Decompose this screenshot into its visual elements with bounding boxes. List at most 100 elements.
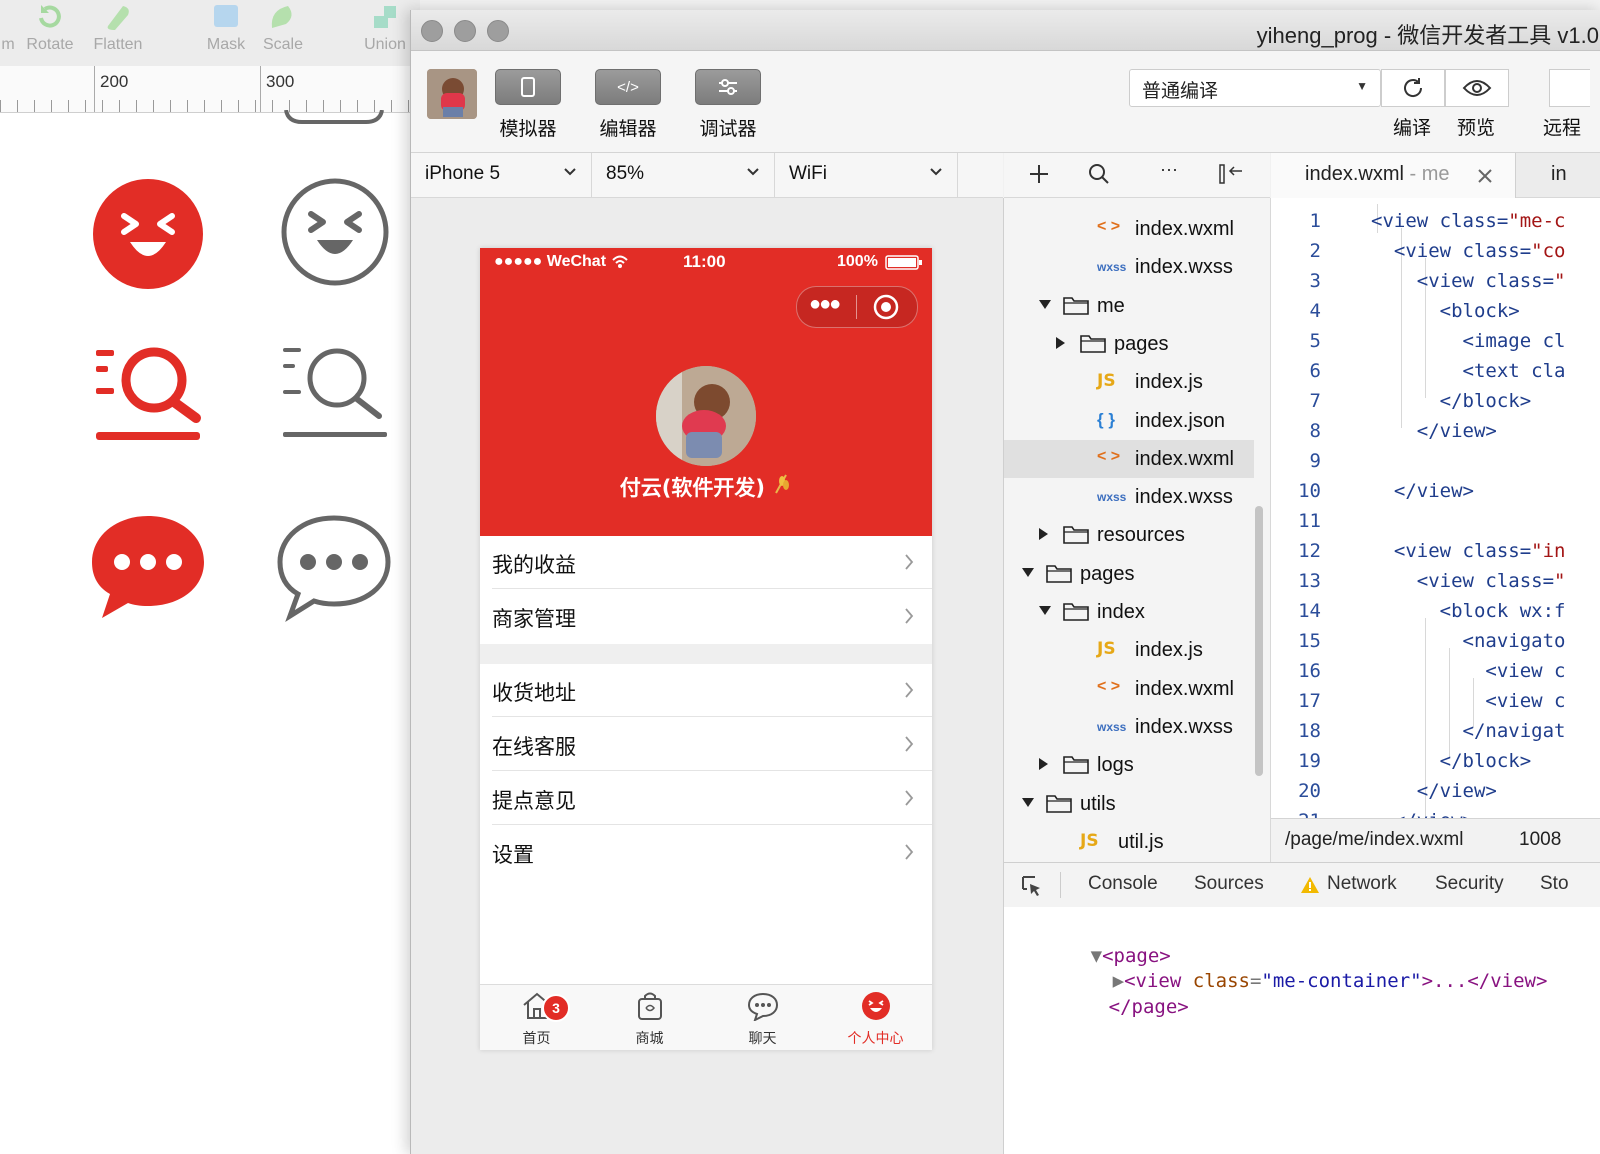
line-number: 4 — [1309, 300, 1321, 322]
tab-console[interactable]: Console — [1088, 873, 1158, 895]
tab-profile[interactable]: 个人中心 — [819, 991, 932, 1048]
code-line: <view class=" — [1371, 570, 1566, 592]
code-editor[interactable]: 1 <view class="me-c 2 <view class="co 3 <vi… — [1271, 198, 1600, 818]
more-options-icon[interactable]: ··· — [1160, 159, 1178, 180]
tab-home[interactable]: 3 首页 — [480, 991, 593, 1048]
zoom-window-button[interactable] — [487, 20, 509, 42]
code-line: </block> — [1371, 750, 1532, 772]
collapsed-triangle-icon[interactable] — [1039, 528, 1048, 541]
preview-button[interactable] — [1445, 69, 1509, 107]
flatten-icon — [107, 6, 129, 30]
scale-icon — [271, 6, 292, 28]
elements-panel: ▼<page> ▶<view class="me-container">...<… — [1004, 907, 1600, 1154]
tab-second[interactable]: in — [1551, 163, 1567, 186]
close-target-icon[interactable] — [873, 294, 899, 320]
inspect-element-icon[interactable] — [1020, 874, 1044, 898]
remote-debug-button[interactable] — [1549, 69, 1590, 107]
search-outline-icon[interactable] — [281, 344, 391, 444]
compile-mode-select[interactable]: 普通编译 ▼ — [1129, 69, 1381, 107]
file-tree-item[interactable]: JS index.js — [1004, 631, 1270, 669]
expanded-triangle-icon[interactable] — [1039, 299, 1051, 309]
mask-tool[interactable]: Mask — [196, 0, 256, 54]
chat-bubble-outline-icon[interactable] — [274, 514, 394, 622]
chevron-right-icon — [905, 736, 914, 752]
menu-item-support[interactable]: 在线客服 — [480, 718, 932, 771]
union-tool[interactable]: Union — [355, 0, 415, 54]
zoom-select[interactable]: 85% — [592, 153, 775, 197]
close-window-button[interactable] — [421, 20, 443, 42]
compile-button[interactable] — [1381, 69, 1445, 107]
tab-sources[interactable]: Sources — [1194, 873, 1264, 895]
capsule-divider — [856, 295, 857, 319]
code-line: <navigato — [1371, 630, 1566, 652]
line-number: 5 — [1309, 330, 1321, 352]
search-icon[interactable] — [1088, 163, 1110, 185]
file-tree-item[interactable]: wxss index.wxss — [1004, 248, 1270, 286]
file-tree-item[interactable]: resources — [1004, 516, 1270, 554]
collapsed-triangle-icon[interactable] — [1039, 758, 1048, 771]
tab-divider — [1060, 872, 1061, 898]
file-tree-item[interactable]: wxss index.wxss — [1004, 478, 1270, 516]
collapsed-triangle-icon[interactable] — [1056, 336, 1065, 349]
more-dots-icon[interactable]: ●●● — [809, 293, 841, 316]
line-number: 7 — [1309, 390, 1321, 412]
file-tree-item[interactable]: me — [1004, 287, 1270, 325]
menu-item-earnings[interactable]: 我的收益 — [480, 536, 932, 589]
expanded-triangle-icon[interactable] — [1022, 567, 1034, 577]
file-tree-item[interactable]: JS index.js — [1004, 363, 1270, 401]
menu-item-address[interactable]: 收货地址 — [480, 664, 932, 717]
file-tree-item[interactable]: JS util.js — [1004, 823, 1270, 861]
menu-item-merchant[interactable]: 商家管理 — [480, 590, 932, 643]
code-line: </view> — [1371, 780, 1497, 802]
user-avatar[interactable] — [427, 69, 477, 119]
rotate-tool[interactable]: Rotate — [20, 0, 80, 54]
code-line: <image cl — [1371, 330, 1566, 352]
device-select[interactable]: iPhone 5 — [411, 153, 592, 197]
file-tree-item[interactable]: < > index.wxml — [1004, 670, 1270, 708]
file-tree-scrollbar[interactable] — [1255, 506, 1263, 776]
file-tree-item[interactable]: index — [1004, 593, 1270, 631]
file-tree-item[interactable]: pages — [1004, 325, 1270, 363]
file-path: /page/me/index.wxml — [1285, 829, 1464, 850]
network-select[interactable]: WiFi — [775, 153, 958, 197]
devtools-tabs: Console Sources Network Security Sto — [1004, 862, 1600, 908]
chat-bubble-filled-icon[interactable] — [88, 514, 208, 622]
tab-security[interactable]: Security — [1435, 873, 1504, 895]
file-tree-item[interactable]: utils — [1004, 785, 1270, 823]
file-tree-item[interactable]: pages — [1004, 555, 1270, 593]
expanded-triangle-icon[interactable] — [1022, 797, 1034, 807]
expanded-triangle-icon[interactable] — [1039, 606, 1051, 615]
file-tree-item[interactable]: logs — [1004, 746, 1270, 784]
happy-face-outline-icon[interactable] — [279, 176, 391, 288]
tab-network[interactable]: Network — [1327, 873, 1397, 895]
tab-chat[interactable]: 聊天 — [706, 991, 819, 1048]
file-tree-item-name: index.json — [1135, 409, 1226, 432]
scale-tool[interactable]: Scale — [253, 0, 313, 54]
simulator-toggle-button[interactable]: 模拟器 — [495, 69, 561, 141]
debugger-toggle-button[interactable]: 调试器 — [695, 69, 761, 141]
tab-mall[interactable]: 商城 — [593, 991, 706, 1048]
close-tab-icon[interactable] — [1477, 168, 1493, 184]
tab-index-wxml[interactable]: index.wxml - me — [1271, 153, 1516, 198]
js-file-icon: JS — [1097, 371, 1116, 392]
file-tree-item[interactable]: { } index.json — [1004, 402, 1270, 440]
editor-toggle-button[interactable]: </> 编辑器 — [595, 69, 661, 141]
file-tree-item-name: index.js — [1135, 639, 1203, 662]
tab-storage[interactable]: Sto — [1540, 873, 1569, 895]
menu-item-feedback[interactable]: 提点意见 — [480, 772, 932, 825]
flatten-tool[interactable]: Flatten — [88, 0, 148, 54]
wxss-file-icon: wxss — [1097, 719, 1127, 734]
profile-avatar[interactable] — [656, 366, 756, 466]
line-number: 9 — [1309, 450, 1321, 472]
file-tree-item[interactable]: wxss index.wxss — [1004, 708, 1270, 746]
file-tree-item[interactable]: < > index.wxml — [1004, 210, 1270, 248]
file-tree-item-name: index.js — [1135, 371, 1203, 394]
title-bar: yiheng_prog - 微信开发者工具 v1.0 — [411, 10, 1600, 51]
happy-face-filled-icon[interactable] — [92, 178, 204, 290]
menu-item-settings[interactable]: 设置 — [480, 826, 932, 879]
minimize-window-button[interactable] — [454, 20, 476, 42]
file-tree-item[interactable]: < > index.wxml — [1004, 439, 1254, 478]
search-filled-icon[interactable] — [94, 344, 204, 444]
add-file-icon[interactable] — [1028, 163, 1050, 185]
collapse-panel-icon[interactable] — [1218, 163, 1244, 185]
